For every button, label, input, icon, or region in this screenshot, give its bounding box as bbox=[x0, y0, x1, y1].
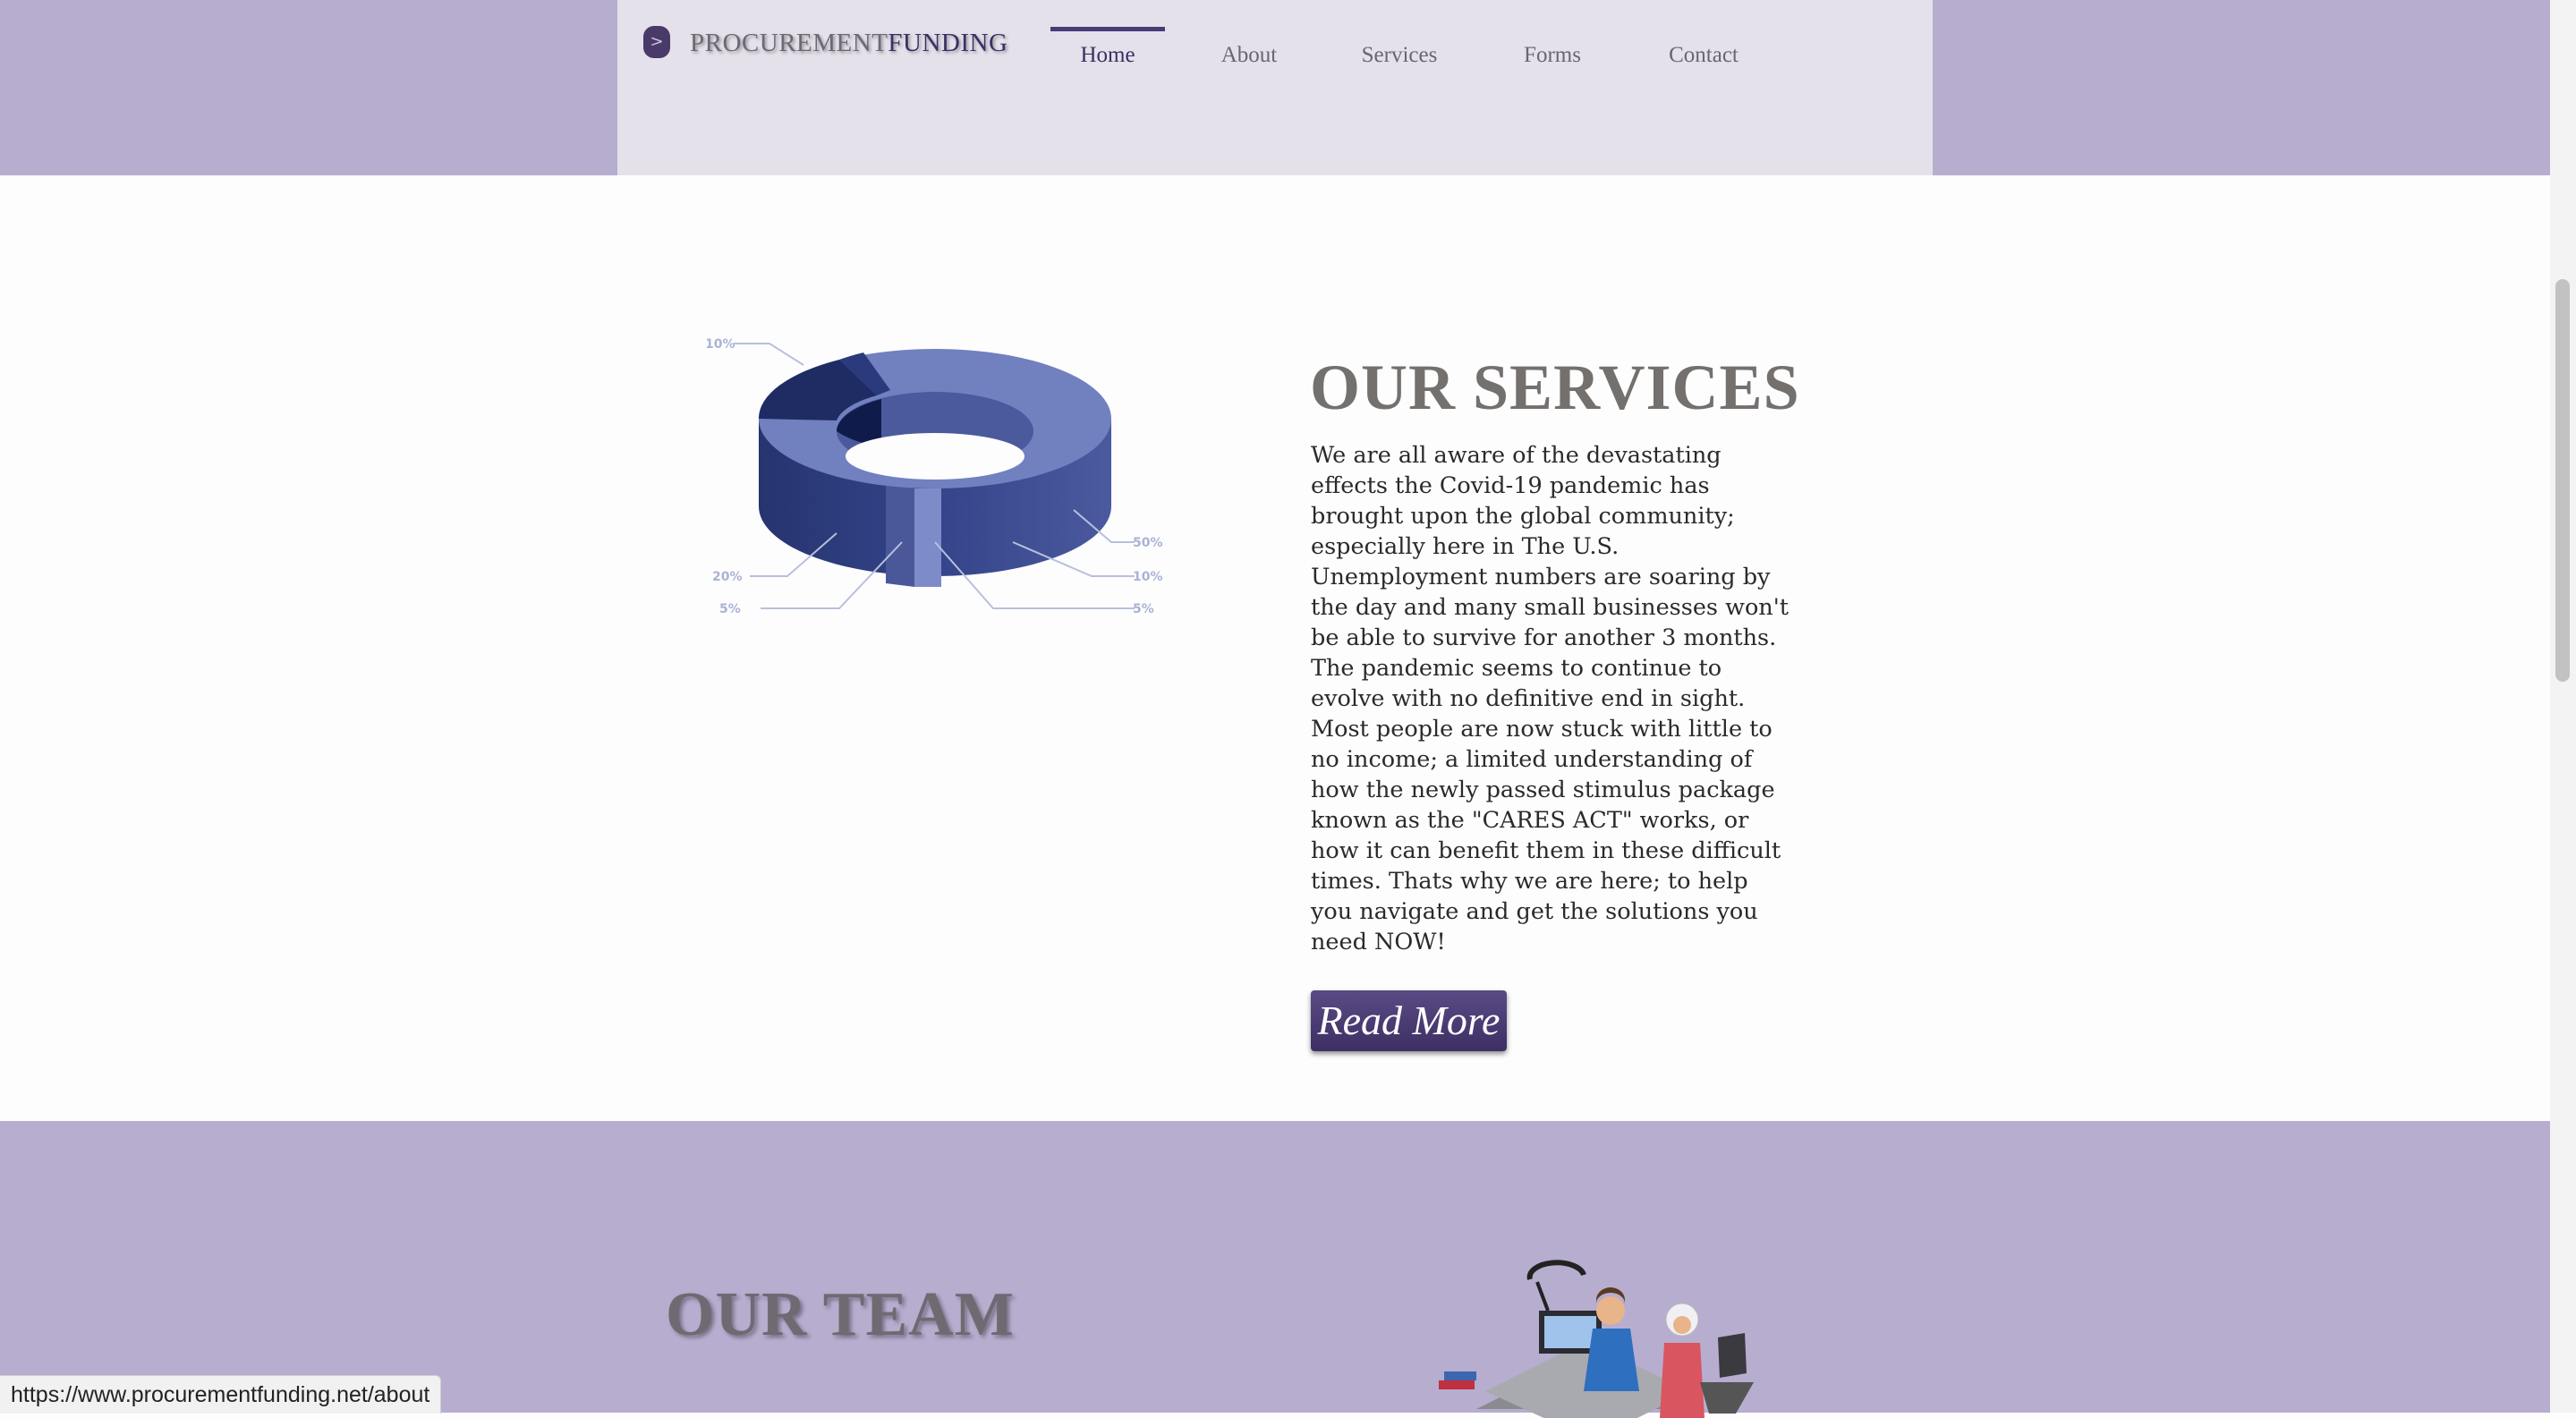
ring-hole bbox=[846, 433, 1024, 480]
nav-item-contact[interactable]: Contact bbox=[1657, 27, 1750, 88]
services-description: We are all aware of the devastating effe… bbox=[1311, 442, 1789, 955]
ring-label: 10% bbox=[1133, 570, 1163, 584]
ring-stripe-dark bbox=[886, 481, 914, 587]
logo-text-funding: FUNDING bbox=[888, 29, 1008, 57]
nav-item-label: Forms bbox=[1524, 43, 1581, 67]
scrollbar-track[interactable] bbox=[2550, 0, 2576, 1413]
nav-item-about[interactable]: About bbox=[1204, 27, 1294, 88]
ring-label: 5% bbox=[719, 602, 741, 616]
person2-face bbox=[1673, 1316, 1691, 1334]
team-heading: OUR TEAM bbox=[666, 1280, 1015, 1349]
active-indicator bbox=[1050, 27, 1165, 31]
site-logo[interactable]: PROCUREMENTFUNDING bbox=[690, 29, 1007, 58]
ring-chart-graphic: 10% 20% 5% 50% 10% 5% bbox=[707, 337, 1163, 616]
nav-item-services[interactable]: Services bbox=[1348, 27, 1451, 88]
nav-item-label: Contact bbox=[1669, 43, 1739, 67]
read-more-button[interactable]: Read More bbox=[1311, 990, 1507, 1051]
nav-item-home[interactable]: Home bbox=[1050, 27, 1165, 88]
logo-text-procurement: PROCUREMENT bbox=[690, 29, 888, 57]
chevron-right-icon[interactable]: > bbox=[643, 26, 670, 58]
ring-stripe bbox=[914, 488, 941, 587]
books-top bbox=[1444, 1371, 1476, 1380]
office-chair bbox=[1718, 1333, 1747, 1378]
person-body bbox=[1584, 1329, 1639, 1391]
ring-label: 20% bbox=[712, 570, 743, 584]
team-section bbox=[0, 1121, 2550, 1413]
nav-item-label: Home bbox=[1080, 43, 1135, 67]
ring-label: 5% bbox=[1133, 602, 1154, 616]
books bbox=[1439, 1380, 1475, 1389]
office-illustration bbox=[1439, 1260, 1754, 1418]
desk-lamp bbox=[1526, 1260, 1586, 1280]
chair-seat bbox=[1700, 1382, 1754, 1414]
lamp-arm bbox=[1535, 1281, 1550, 1312]
nav-item-label: About bbox=[1220, 43, 1278, 67]
scrollbar-thumb[interactable] bbox=[2555, 279, 2570, 682]
person-head bbox=[1596, 1296, 1625, 1325]
monitor-screen bbox=[1544, 1316, 1596, 1348]
nav-item-forms[interactable]: Forms bbox=[1512, 27, 1593, 88]
ring-label: 50% bbox=[1133, 536, 1163, 550]
nav-item-label: Services bbox=[1361, 43, 1438, 67]
person2-body bbox=[1660, 1343, 1705, 1418]
services-heading: OUR SERVICES bbox=[1310, 352, 1800, 423]
status-bar-url: https://www.procurementfunding.net/about bbox=[0, 1375, 442, 1414]
ring-label: 10% bbox=[707, 337, 735, 352]
